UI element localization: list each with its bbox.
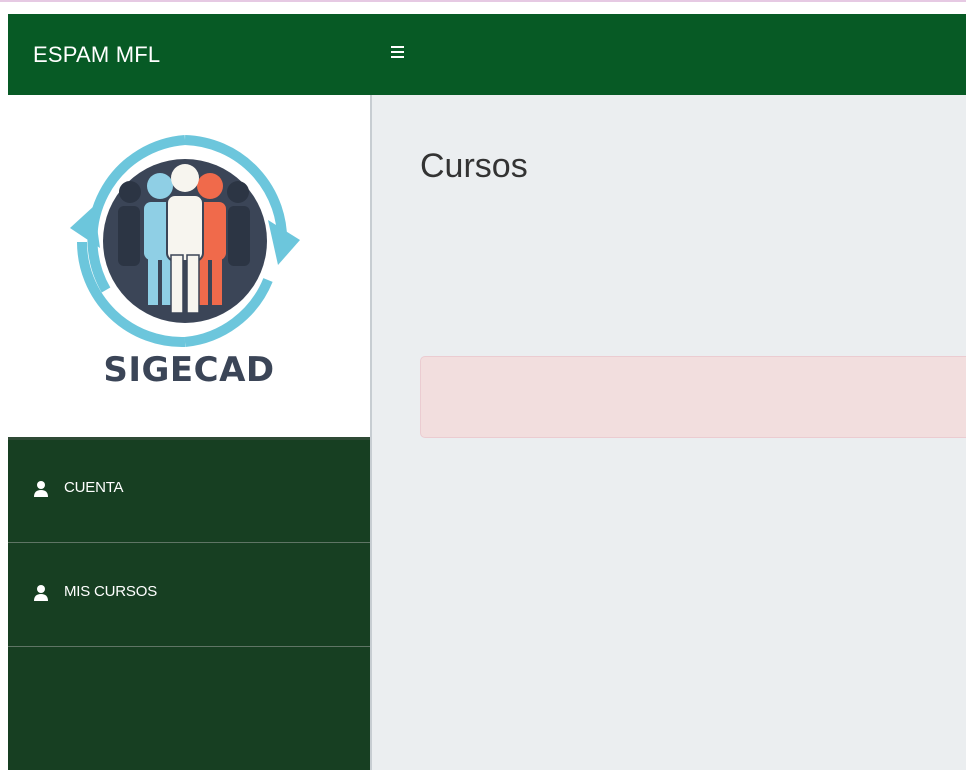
alert-box xyxy=(420,356,966,438)
logo-panel: SIGECAD xyxy=(8,95,370,440)
sidebar: SIGECAD CUENTA MIS CURSOS xyxy=(8,95,370,770)
menu-toggle-button[interactable] xyxy=(391,43,411,65)
sidebar-item-mis-cursos[interactable]: MIS CURSOS xyxy=(8,544,370,647)
hamburger-icon xyxy=(391,46,404,48)
sidebar-item-label: CUENTA xyxy=(64,479,124,496)
sigecad-logo-icon xyxy=(70,135,300,348)
hamburger-icon-line xyxy=(391,56,404,58)
top-navbar: ESPAM MFL xyxy=(8,14,966,95)
user-icon xyxy=(34,481,48,497)
brand-link[interactable]: ESPAM MFL xyxy=(33,14,160,95)
user-icon xyxy=(34,585,48,601)
page-title: Cursos xyxy=(420,147,528,185)
sidebar-item-label: MIS CURSOS xyxy=(64,583,158,600)
page: ESPAM MFL SIGECAD CUENTA MIS CURSOS Curs… xyxy=(0,0,966,770)
main-content: Cursos xyxy=(370,95,966,770)
logo-text: SIGECAD xyxy=(103,350,275,390)
hamburger-icon-line xyxy=(391,51,404,53)
top-strip xyxy=(0,0,966,12)
sidebar-item-cuenta[interactable]: CUENTA xyxy=(8,440,370,543)
